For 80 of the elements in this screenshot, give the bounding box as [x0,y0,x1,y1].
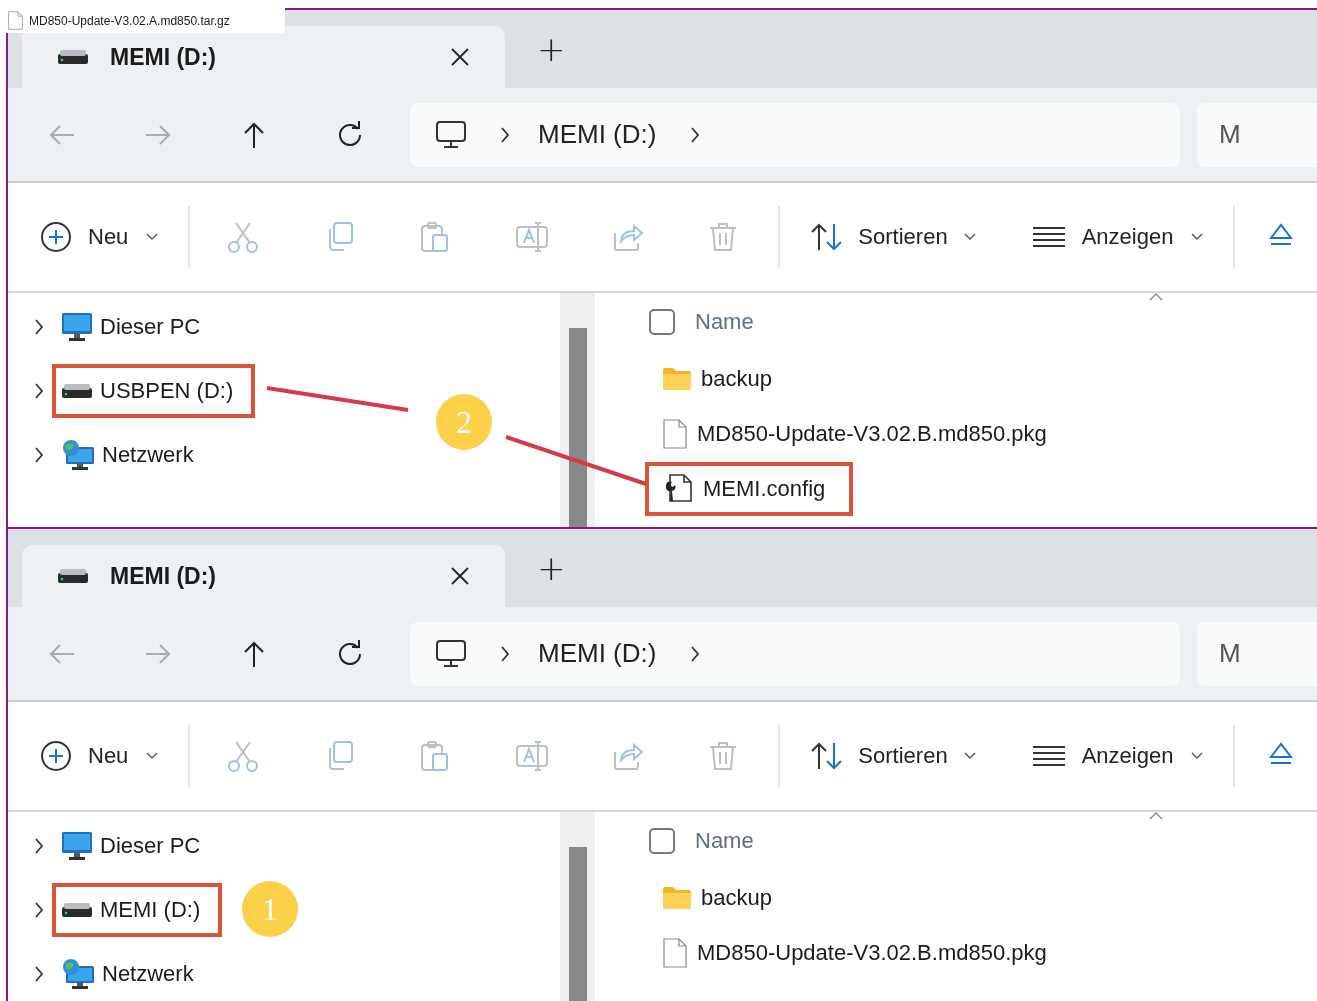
document-icon [8,11,23,30]
search-placeholder: M [1219,638,1241,669]
monitor-icon [62,832,92,860]
search-field[interactable]: M [1197,102,1317,167]
sidebar-item[interactable]: MEMI (D:) [52,883,223,937]
tab-title: MEMI (D:) [110,43,218,71]
folder-icon [663,886,691,909]
sidebar-item[interactable]: Netzwerk [52,945,216,1001]
file-item[interactable]: backup [645,872,800,923]
breadcrumb-item[interactable]: MEMI (D:) [538,638,657,669]
drive-icon [58,50,88,64]
address-bar[interactable]: MEMI (D:) [410,102,1180,167]
refresh-icon[interactable] [336,639,364,668]
plus-circle-icon [40,740,72,772]
caret-down-icon [146,233,159,241]
expand-chevron-icon [34,902,44,918]
expand-chevron-icon [34,319,44,335]
monitor-icon [436,639,466,668]
number-badge: 2 [436,394,492,450]
sort-arrows-icon [810,223,845,251]
new-tab-button[interactable]: + [527,551,576,585]
list-lines-icon [1031,745,1066,767]
caret-down-icon [963,752,976,760]
expand-chevron-icon [34,447,44,463]
caret-down-icon [1191,752,1204,760]
drive-icon [58,569,88,583]
caret-down-icon [146,752,159,760]
monitor-icon [436,120,466,149]
chevron-right-icon [500,645,510,662]
search-placeholder: M [1219,119,1241,150]
column-header[interactable]: Name [695,828,754,854]
view-button[interactable]: Anzeigen [1031,743,1204,769]
number-badge: 1 [242,881,298,937]
wrench-document-icon [663,473,693,504]
expand-chevron-icon [34,966,44,982]
expand-chevron-icon [34,383,44,399]
close-icon[interactable] [451,48,469,66]
folder-icon [663,367,691,390]
sort-caret-icon [1149,812,1163,820]
search-field[interactable]: M [1197,621,1317,686]
document-icon [663,937,687,968]
sidebar-item[interactable]: Dieser PC [52,818,223,874]
new-button[interactable]: Neu [40,221,159,253]
new-button[interactable]: Neu [40,740,159,772]
sort-button[interactable]: Sortieren [810,742,976,770]
list-lines-icon [1031,226,1066,248]
globe-monitor-icon [62,440,94,470]
caret-down-icon [1191,233,1204,241]
expand-chevron-icon [34,838,44,854]
breadcrumb-item[interactable]: MEMI (D:) [538,119,657,150]
close-icon[interactable] [451,567,469,585]
select-all-checkbox[interactable] [649,309,675,335]
chevron-right-icon [690,126,701,143]
sort-caret-icon [1149,293,1163,301]
sidebar-item[interactable]: Dieser PC [52,299,223,355]
select-all-checkbox[interactable] [649,828,675,854]
chevron-right-icon [500,126,510,143]
sort-button[interactable]: Sortieren [810,223,976,251]
tab-title: MEMI (D:) [110,562,218,590]
file-item[interactable]: MD850-Update-V3.02.B.md850.pkg [645,406,1075,461]
sidebar-item[interactable]: Netzwerk [52,426,216,484]
document-icon [663,418,687,449]
globe-monitor-icon [62,959,94,989]
address-bar[interactable]: MEMI (D:) [410,621,1180,686]
window-tab[interactable]: MEMI (D:) [22,545,505,607]
plus-circle-icon [40,221,72,253]
view-button[interactable]: Anzeigen [1031,224,1204,250]
caret-down-icon [963,233,976,241]
file-item[interactable]: MD850-Update-V3.02.B.md850.pkg [645,925,1075,980]
chevron-right-icon [690,645,701,662]
file-item[interactable]: MEMI.config [645,461,854,516]
new-tab-button[interactable]: + [527,32,576,66]
monitor-icon [62,313,92,341]
sidebar-item[interactable]: USBPEN (D:) [52,364,256,418]
drive-icon [62,384,92,398]
drive-icon [62,903,92,917]
file-item[interactable]: backup [645,353,800,404]
refresh-icon[interactable] [336,120,364,149]
column-header[interactable]: Name [695,309,754,335]
sort-arrows-icon [810,742,845,770]
